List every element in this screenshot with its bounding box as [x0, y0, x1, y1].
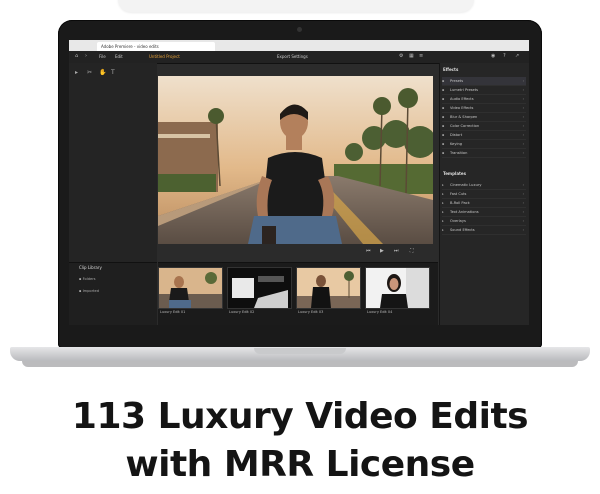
clip-thumbnail[interactable] [158, 267, 223, 309]
folder-icon: ▪ [442, 124, 445, 128]
menu-edit[interactable]: Edit [115, 54, 123, 59]
project-title: Untitled Project [149, 54, 180, 59]
chevron-right-icon: › [522, 219, 524, 223]
toolbar-center-label: Export Settings [277, 54, 308, 59]
share-icon[interactable]: ↗ [515, 54, 520, 59]
laptop-notch [254, 348, 346, 354]
effects-item[interactable]: ▪ Color Correction › [442, 122, 526, 131]
clip-label: Luxury Edit 03 [298, 310, 324, 314]
clip-image [366, 268, 429, 308]
library-row[interactable]: ▪ Imported [79, 289, 99, 293]
user-icon[interactable]: ◉ [491, 54, 496, 59]
folder-icon: ▪ [442, 97, 445, 101]
folder-icon: ▪ [442, 142, 445, 146]
template-item[interactable]: ▸ Overlays › [442, 217, 526, 226]
video-preview[interactable] [158, 76, 433, 244]
laptop-mockup: Adobe Premiere - video edits ⌂ › File Ed… [0, 0, 600, 380]
film-icon: ▸ [442, 219, 444, 223]
library-row[interactable]: ▪ Folders [79, 277, 96, 281]
tools-panel: ▸ ✂ ✋ T [69, 63, 157, 262]
folder-icon: ▪ [442, 115, 445, 119]
template-item[interactable]: ▸ Text Animations › [442, 208, 526, 217]
clip-image [159, 268, 222, 308]
film-icon: ▸ [442, 192, 444, 196]
folder-icon: ▪ [442, 79, 445, 83]
chevron-right-icon: › [522, 201, 524, 205]
template-item[interactable]: ▸ B-Roll Pack › [442, 199, 526, 208]
chevron-right-icon: › [522, 210, 524, 214]
chevron-right-icon: › [522, 151, 524, 155]
home-icon[interactable]: ⌂ [75, 54, 80, 59]
template-item[interactable]: ▸ Fast Cuts › [442, 190, 526, 199]
chevron-right-icon: › [522, 124, 524, 128]
chevron-right-icon: › [522, 106, 524, 110]
film-icon: ▸ [442, 201, 444, 205]
folder-icon: ▪ [442, 133, 445, 137]
laptop-base-shadow [22, 361, 578, 367]
browser-bar: Adobe Premiere - video edits [69, 40, 529, 58]
effects-panel: Effects ▪ Presets › ▪ Lumetri Presets › ▪ Aud… [439, 63, 529, 325]
film-icon: ▸ [442, 228, 444, 232]
film-icon: ▸ [442, 183, 444, 187]
step-forward-icon[interactable]: ⏭ [394, 248, 399, 254]
headline-line-1: 113 Luxury Video Edits [71, 396, 529, 437]
clip-thumbnail[interactable] [227, 267, 292, 309]
webcam [297, 27, 302, 32]
browser-tab[interactable]: Adobe Premiere - video edits [97, 42, 215, 51]
effects-item[interactable]: ▪ Presets › [442, 77, 526, 86]
clip-image [228, 268, 291, 308]
templates-header: Templates [443, 171, 467, 176]
settings-icon[interactable]: ⚙ [399, 54, 404, 59]
chevron-right-icon: › [522, 97, 524, 101]
hand-tool-icon[interactable]: ✋ [99, 69, 106, 76]
chevron-right-icon: › [522, 228, 524, 232]
effects-header: Effects [443, 67, 459, 72]
chevron-right-icon: › [522, 115, 524, 119]
razor-tool-icon[interactable]: ✂ [87, 69, 92, 76]
clip-label: Luxury Edit 01 [160, 310, 186, 314]
step-back-icon[interactable]: ⏮ [366, 248, 371, 254]
film-icon: ▸ [442, 210, 444, 214]
clip-label: Luxury Edit 02 [229, 310, 255, 314]
clip-thumbnail[interactable] [296, 267, 361, 309]
folder-icon: ▪ [442, 106, 445, 110]
effects-item[interactable]: ▪ Blur & Sharpen › [442, 113, 526, 122]
window-controls[interactable] [75, 43, 95, 58]
select-tool-icon[interactable]: ▸ [75, 69, 78, 76]
chevron-right-icon: › [522, 192, 524, 196]
fullscreen-icon[interactable]: ⛶ [410, 248, 414, 254]
chevron-right-icon: › [522, 88, 524, 92]
chevron-right-icon: › [522, 79, 524, 83]
clip-image [297, 268, 360, 308]
play-icon[interactable]: ▶ [380, 248, 384, 254]
chevron-right-icon: › [522, 183, 524, 187]
clip-library-header: Clip Library [79, 265, 102, 270]
effects-item[interactable]: ▪ Lumetri Presets › [442, 86, 526, 95]
effects-item[interactable]: ▪ Keying › [442, 140, 526, 149]
effects-item[interactable]: ▪ Transition › [442, 149, 526, 158]
folder-icon: ▪ [442, 151, 445, 155]
chevron-right-icon: › [522, 133, 524, 137]
chevron-right-icon: › [522, 142, 524, 146]
help-icon[interactable]: ? [503, 54, 508, 59]
text-tool-icon[interactable]: T [111, 69, 115, 76]
preview-frame [158, 76, 433, 244]
effects-item[interactable]: ▪ Video Effects › [442, 104, 526, 113]
clip-thumbnail[interactable] [365, 267, 430, 309]
grid-icon[interactable]: ▦ [409, 54, 414, 59]
clip-library-panel: Clip Library ▪ Folders ▪ Imported [69, 262, 157, 325]
effects-item[interactable]: ▪ Distort › [442, 131, 526, 140]
clip-strip: Luxury Edit 01 Luxury Edit 02 Luxury Edi… [158, 262, 438, 325]
template-item[interactable]: ▸ Sound Effects › [442, 226, 526, 235]
folder-icon: ▪ [442, 88, 445, 92]
playback-controls: ⏮ ▶ ⏭ ⛶ [158, 246, 433, 256]
app-screen: Adobe Premiere - video edits ⌂ › File Ed… [69, 40, 529, 325]
headline-line-2: with MRR License [125, 444, 475, 485]
effects-item[interactable]: ▪ Audio Effects › [442, 95, 526, 104]
layers-icon[interactable]: ≡ [419, 54, 424, 59]
template-item[interactable]: ▸ Cinematic Luxury › [442, 181, 526, 190]
arrow-icon[interactable]: › [85, 54, 90, 59]
clip-label: Luxury Edit 04 [367, 310, 393, 314]
menu-file[interactable]: File [99, 54, 106, 59]
